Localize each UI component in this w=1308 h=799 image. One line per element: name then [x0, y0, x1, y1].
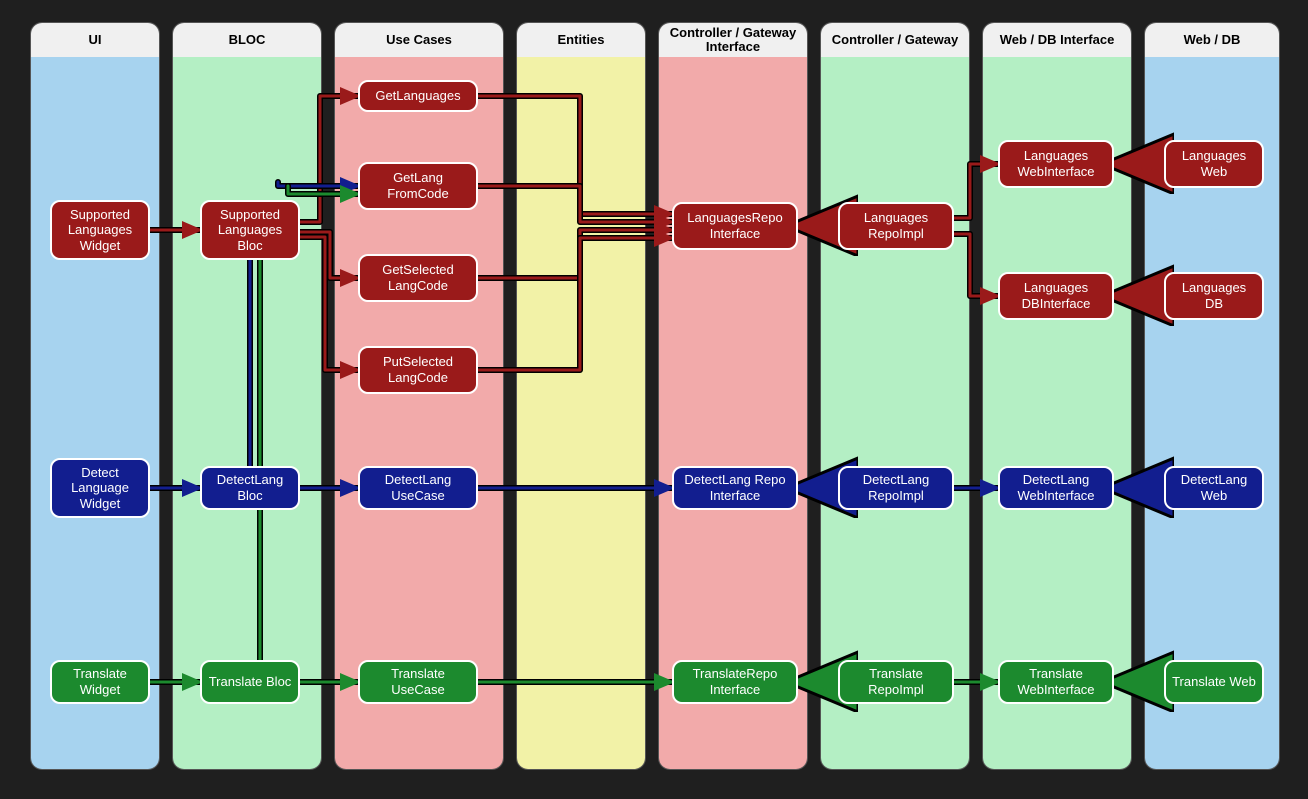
- column-cgi: Controller / Gateway Interface: [658, 22, 808, 770]
- node-slw: Supported Languages Widget: [50, 200, 150, 260]
- node-dlw: Detect Language Widget: [50, 458, 150, 518]
- node-gslc: GetSelected LangCode: [358, 254, 478, 302]
- node-tuc: Translate UseCase: [358, 660, 478, 704]
- column-header-cg: Controller / Gateway: [821, 23, 969, 58]
- column-header-usecases: Use Cases: [335, 23, 503, 58]
- node-dlweb: DetectLang Web: [1164, 466, 1264, 510]
- node-lwi: Languages WebInterface: [998, 140, 1114, 188]
- node-lw: Languages Web: [1164, 140, 1264, 188]
- column-header-ui: UI: [31, 23, 159, 58]
- column-ui: UI: [30, 22, 160, 770]
- node-twi: Translate WebInterface: [998, 660, 1114, 704]
- node-tri: TranslateRepo Interface: [672, 660, 798, 704]
- node-ldb: Languages DB: [1164, 272, 1264, 320]
- node-tw: Translate Widget: [50, 660, 150, 704]
- node-lri: LanguagesRepo Interface: [672, 202, 798, 250]
- node-tweb: Translate Web: [1164, 660, 1264, 704]
- column-header-cgi: Controller / Gateway Interface: [659, 23, 807, 58]
- node-dlrimpl: DetectLang RepoImpl: [838, 466, 954, 510]
- node-dlri: DetectLang Repo Interface: [672, 466, 798, 510]
- column-bloc: BLOC: [172, 22, 322, 770]
- column-header-wdb: Web / DB: [1145, 23, 1279, 58]
- column-wdb: Web / DB: [1144, 22, 1280, 770]
- column-entities: Entities: [516, 22, 646, 770]
- node-ldbi: Languages DBInterface: [998, 272, 1114, 320]
- node-getlang: GetLanguages: [358, 80, 478, 112]
- node-dlb: DetectLang Bloc: [200, 466, 300, 510]
- node-pslc: PutSelected LangCode: [358, 346, 478, 394]
- column-header-wdbi: Web / DB Interface: [983, 23, 1131, 58]
- column-cg: Controller / Gateway: [820, 22, 970, 770]
- node-dluc: DetectLang UseCase: [358, 466, 478, 510]
- node-tb: Translate Bloc: [200, 660, 300, 704]
- column-wdbi: Web / DB Interface: [982, 22, 1132, 770]
- node-glfc: GetLang FromCode: [358, 162, 478, 210]
- node-trimpl: Translate RepoImpl: [838, 660, 954, 704]
- column-header-bloc: BLOC: [173, 23, 321, 58]
- node-dlwi: DetectLang WebInterface: [998, 466, 1114, 510]
- node-lrimpl: Languages RepoImpl: [838, 202, 954, 250]
- node-slb: Supported Languages Bloc: [200, 200, 300, 260]
- column-header-entities: Entities: [517, 23, 645, 58]
- column-usecases: Use Cases: [334, 22, 504, 770]
- column-body-entities: [517, 57, 645, 769]
